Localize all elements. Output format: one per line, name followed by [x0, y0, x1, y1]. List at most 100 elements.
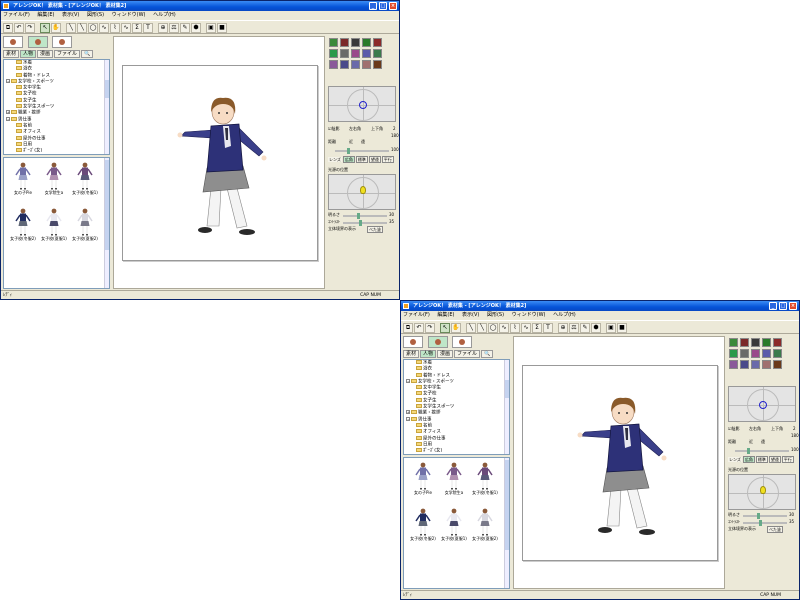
menu-shape[interactable]: 図形(S): [87, 12, 104, 18]
swatch-button[interactable]: [751, 360, 760, 369]
undo-icon[interactable]: ↶: [414, 323, 424, 333]
lens-button[interactable]: 広角: [342, 156, 355, 163]
pointer-icon[interactable]: ↖: [40, 23, 50, 33]
curve-icon[interactable]: ∿: [499, 323, 509, 333]
swatch-button[interactable]: [740, 349, 749, 358]
close-button[interactable]: ×: [389, 2, 397, 10]
slider-thumb[interactable]: [347, 148, 350, 154]
polygon-icon[interactable]: ⌇: [110, 23, 120, 33]
ellipse-icon[interactable]: ◯: [88, 23, 98, 33]
contrast-slider[interactable]: [343, 220, 387, 226]
swatch-button[interactable]: [751, 349, 760, 358]
swatch-button[interactable]: [773, 338, 782, 347]
lens-button[interactable]: 望遠: [768, 456, 781, 463]
tab-people[interactable]: 人物: [20, 50, 37, 58]
slider-thumb[interactable]: [759, 520, 762, 526]
line-icon[interactable]: ╲: [466, 323, 476, 333]
lens-button[interactable]: 標準: [355, 156, 368, 163]
curve-icon[interactable]: ∿: [99, 23, 109, 33]
character-tab-1[interactable]: [403, 336, 423, 348]
tab-people[interactable]: 人物: [420, 350, 437, 358]
record-icon[interactable]: ■: [617, 323, 627, 333]
swatch-button[interactable]: [373, 49, 382, 58]
menu-help[interactable]: ヘルプ(H): [553, 312, 576, 318]
diagonal-icon[interactable]: ╲: [77, 23, 87, 33]
swatch-button[interactable]: [762, 338, 771, 347]
tab-manga[interactable]: 漫画: [37, 50, 54, 58]
menu-window[interactable]: ウィンドウ(W): [112, 12, 146, 18]
tree-scrollbar[interactable]: [104, 60, 109, 154]
distance-slider[interactable]: [735, 448, 789, 454]
close-button[interactable]: ×: [789, 302, 797, 310]
pose-thumbnail[interactable]: 女子校(夏服1): [439, 508, 469, 544]
copy-icon[interactable]: ⧉: [403, 323, 413, 333]
tab-material[interactable]: 素材: [403, 350, 420, 358]
swatch-button[interactable]: [340, 60, 349, 69]
swatch-button[interactable]: [762, 349, 771, 358]
rotate-icon[interactable]: ⊕: [558, 323, 568, 333]
scroll-thumb[interactable]: [105, 160, 109, 250]
menu-view[interactable]: 表示(V): [62, 12, 79, 18]
redo-icon[interactable]: ↷: [25, 23, 35, 33]
swatch-button[interactable]: [362, 60, 371, 69]
pose-thumbnail[interactable]: 女子校(夏服2): [470, 508, 500, 544]
slider-thumb[interactable]: [757, 513, 760, 519]
pose-thumbnail[interactable]: 女子校(夏服1): [39, 208, 69, 244]
tab-manga[interactable]: 漫画: [437, 350, 454, 358]
menu-view[interactable]: 表示(V): [462, 312, 479, 318]
character-tab-3[interactable]: [452, 336, 473, 348]
scroll-thumb[interactable]: [105, 80, 109, 98]
diagonal-icon[interactable]: ╲: [477, 323, 487, 333]
slider-thumb[interactable]: [357, 213, 360, 219]
image-icon[interactable]: ▣: [606, 323, 616, 333]
tree-scrollbar[interactable]: [504, 360, 509, 454]
light-position-pad[interactable]: [728, 474, 796, 510]
pen-icon[interactable]: ✎: [180, 23, 190, 33]
outline-dropdown[interactable]: べた塗: [367, 226, 383, 233]
hand-icon[interactable]: ✋: [451, 323, 461, 333]
copy-icon[interactable]: ⧉: [3, 23, 13, 33]
swatch-button[interactable]: [373, 38, 382, 47]
collapse-icon[interactable]: −: [406, 416, 410, 421]
light-position-pad[interactable]: [328, 174, 396, 210]
pose-thumbnail[interactable]: 女学院生a: [39, 162, 69, 198]
canvas-area[interactable]: [513, 336, 725, 589]
swatch-button[interactable]: [340, 49, 349, 58]
swatch-button[interactable]: [362, 38, 371, 47]
light-bulb-icon[interactable]: [760, 486, 766, 494]
distance-slider[interactable]: [335, 148, 389, 154]
swatch-button[interactable]: [762, 360, 771, 369]
gallery-scrollbar[interactable]: [104, 158, 109, 288]
contrast-slider[interactable]: [743, 520, 787, 526]
minimize-button[interactable]: _: [369, 2, 377, 10]
rotate-icon[interactable]: ⊕: [158, 23, 168, 33]
sigma-icon[interactable]: Σ: [132, 23, 142, 33]
lens-button[interactable]: 広角: [742, 456, 755, 463]
lens-button[interactable]: 望遠: [368, 156, 381, 163]
pose-thumbnail[interactable]: 女の子Pie: [408, 462, 438, 498]
collapse-icon[interactable]: −: [406, 378, 410, 383]
swatch-button[interactable]: [329, 60, 338, 69]
swatch-button[interactable]: [773, 349, 782, 358]
gallery-scrollbar[interactable]: [504, 458, 509, 588]
target-icon[interactable]: [759, 401, 767, 409]
minimize-button[interactable]: _: [769, 302, 777, 310]
character-tab-2[interactable]: [427, 336, 448, 348]
swatch-button[interactable]: [729, 360, 738, 369]
pose-thumbnail[interactable]: 女の子Pie: [8, 162, 38, 198]
target-icon[interactable]: [359, 101, 367, 109]
character-tab-2[interactable]: [27, 36, 48, 48]
swatch-button[interactable]: [729, 349, 738, 358]
tree-item[interactable]: ﾎﾟｰｽﾞ(女): [4, 148, 109, 154]
tab-material[interactable]: 素材: [3, 50, 20, 58]
character-figure[interactable]: [123, 66, 319, 262]
menu-shape[interactable]: 図形(S): [487, 312, 504, 318]
pose-thumbnail[interactable]: 女子校(冬服1): [470, 462, 500, 498]
pose-thumbnail[interactable]: 女子校(夏服2): [70, 208, 100, 244]
pose-thumbnail[interactable]: 女子校(冬服2): [8, 208, 38, 244]
hand-icon[interactable]: ✋: [51, 23, 61, 33]
swatch-button[interactable]: [773, 360, 782, 369]
shade-checkbox[interactable]: ☑陰影: [328, 126, 340, 132]
menu-file[interactable]: ファイル(F): [403, 312, 430, 318]
search-icon[interactable]: 🔍: [481, 350, 494, 358]
